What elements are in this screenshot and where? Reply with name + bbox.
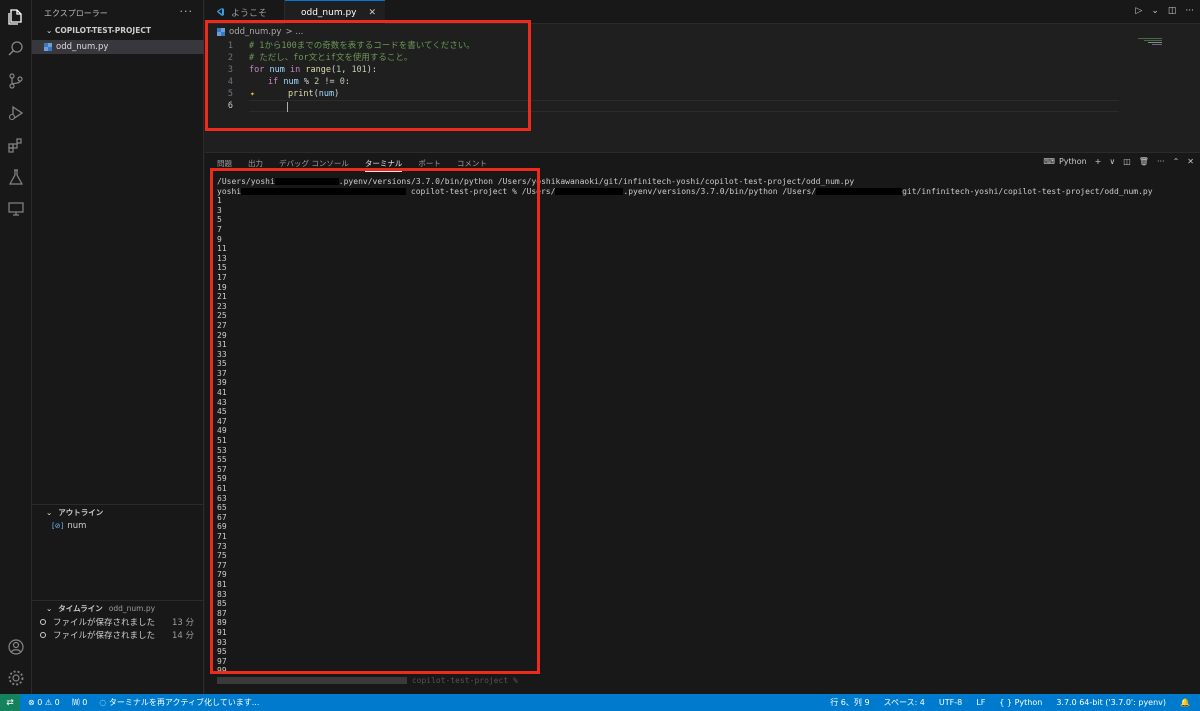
ports-status[interactable]: 🄦 0 [72, 697, 88, 708]
redaction-bar [816, 187, 903, 195]
timeline-header[interactable]: ⌄ タイムライン odd_num.py [32, 601, 204, 615]
terminal-label: Python [1058, 157, 1087, 166]
more-actions-icon[interactable]: ··· [1185, 6, 1194, 16]
timeline-entry-label: ファイルが保存されました [53, 630, 156, 641]
redaction-bar [555, 187, 624, 195]
minimap-line [1144, 40, 1162, 41]
redaction-bar [217, 676, 407, 684]
chevron-down-icon[interactable]: ∨ [1109, 157, 1115, 166]
file-name: odd_num.py [56, 42, 109, 52]
outline-section: ⌄ アウトライン [⊘] num [32, 504, 204, 532]
outline-item-label: num [67, 520, 87, 531]
close-panel-icon[interactable]: ✕ [1187, 157, 1194, 166]
terminal-status: ◌ ターミナルを再アクティブ化しています... [99, 698, 260, 707]
minimap-line [1148, 42, 1162, 43]
terminal-prompt-line: copilot-test-project % [217, 676, 1197, 686]
timeline-entry-time: 14 分 [171, 630, 194, 641]
account-icon[interactable] [5, 636, 27, 658]
explorer-icon[interactable] [5, 6, 27, 28]
tab-label: ようこそ [231, 8, 268, 19]
search-icon[interactable] [5, 38, 27, 60]
vscode-logo-icon [217, 8, 224, 16]
minimap-line [1152, 44, 1162, 45]
trash-icon[interactable]: 🗑 [1139, 157, 1149, 166]
more-actions-icon[interactable]: ··· [180, 5, 194, 18]
run-python-icon[interactable]: ▷ [1135, 6, 1142, 16]
testing-icon[interactable] [5, 166, 27, 188]
encoding[interactable]: UTF-8 [939, 698, 962, 707]
terminal-icon: ⌨ [1043, 157, 1055, 166]
tab-label: odd_num.py [301, 7, 357, 18]
variable-icon: [⊘] [52, 521, 64, 530]
timeline-section: ⌄ タイムライン odd_num.py ファイルが保存されました 13 分 ファイルが… [32, 600, 204, 641]
terminal-selector[interactable]: ⌨ Python [1043, 157, 1086, 166]
indentation[interactable]: スペース: 4 [884, 697, 925, 708]
timeline-entry-label: ファイルが保存されました [53, 617, 156, 628]
code-highlight-box [205, 20, 531, 131]
minimap-line [1138, 38, 1162, 39]
python-file-icon [44, 43, 52, 51]
timeline-file: odd_num.py [108, 603, 156, 613]
activity-bar [0, 0, 32, 694]
braces-icon: { } [999, 698, 1013, 707]
file-item-odd-num[interactable]: odd_num.py [32, 40, 204, 54]
settings-gear-icon[interactable] [5, 667, 27, 689]
timeline-entry[interactable]: ファイルが保存されました 13 分 [32, 615, 204, 628]
remote-indicator-icon[interactable]: ⇄ [0, 694, 20, 711]
end-of-line[interactable]: LF [976, 698, 985, 707]
source-control-icon[interactable] [5, 70, 27, 92]
status-bar: ⇄ ⊗ 0 ⚠ 0 🄦 0 ◌ ターミナルを再アクティブ化しています... 行 … [0, 694, 1200, 711]
panel-actions: ⌨ Python + ∨ ◫ 🗑 ··· ⌃ ✕ [1043, 157, 1194, 166]
commit-circle-icon [40, 631, 46, 638]
more-actions-icon[interactable]: ··· [1157, 157, 1165, 166]
explorer-sidebar: エクスプローラー ··· ⌄ COPILOT-TEST-PROJECT odd_… [32, 0, 204, 694]
run-debug-icon[interactable] [5, 102, 27, 124]
output-highlight-box [210, 168, 540, 674]
remote-explorer-icon[interactable] [5, 198, 27, 220]
close-tab-icon[interactable]: ✕ [369, 8, 377, 18]
cursor-position[interactable]: 行 6、列 9 [830, 697, 869, 708]
language-mode[interactable]: { } Python [999, 698, 1042, 707]
maximize-panel-icon[interactable]: ⌃ [1173, 157, 1180, 166]
commit-circle-icon [40, 618, 46, 625]
chevron-down-icon[interactable]: ⌄ [1151, 6, 1159, 16]
split-editor-icon[interactable]: ◫ [1168, 6, 1177, 16]
project-folder-header[interactable]: ⌄ COPILOT-TEST-PROJECT [32, 26, 204, 38]
outline-item-num[interactable]: [⊘] num [32, 519, 204, 532]
outline-title: アウトライン [58, 507, 104, 517]
timeline-entry-time: 13 分 [171, 617, 194, 628]
python-interpreter[interactable]: 3.7.0 64-bit ('3.7.0': pyenv) [1056, 698, 1166, 707]
split-terminal-icon[interactable]: ◫ [1123, 157, 1131, 166]
new-terminal-button[interactable]: + [1095, 157, 1102, 166]
timeline-entry[interactable]: ファイルが保存されました 14 分 [32, 628, 204, 641]
editor-actions: ▷ ⌄ ◫ ··· [1135, 6, 1194, 16]
extensions-icon[interactable] [5, 134, 27, 156]
project-name: COPILOT-TEST-PROJECT [54, 26, 151, 35]
timeline-title: タイムライン [58, 603, 103, 613]
sidebar-title: エクスプローラー [44, 9, 108, 18]
problems-status[interactable]: ⊗ 0 ⚠ 0 [28, 698, 60, 707]
outline-header[interactable]: ⌄ アウトライン [32, 505, 204, 519]
chevron-down-icon: ⌄ [46, 603, 53, 613]
notifications-icon[interactable]: 🔔 [1180, 698, 1190, 707]
chevron-down-icon: ⌄ [46, 507, 53, 517]
chevron-down-icon: ⌄ [46, 26, 55, 35]
